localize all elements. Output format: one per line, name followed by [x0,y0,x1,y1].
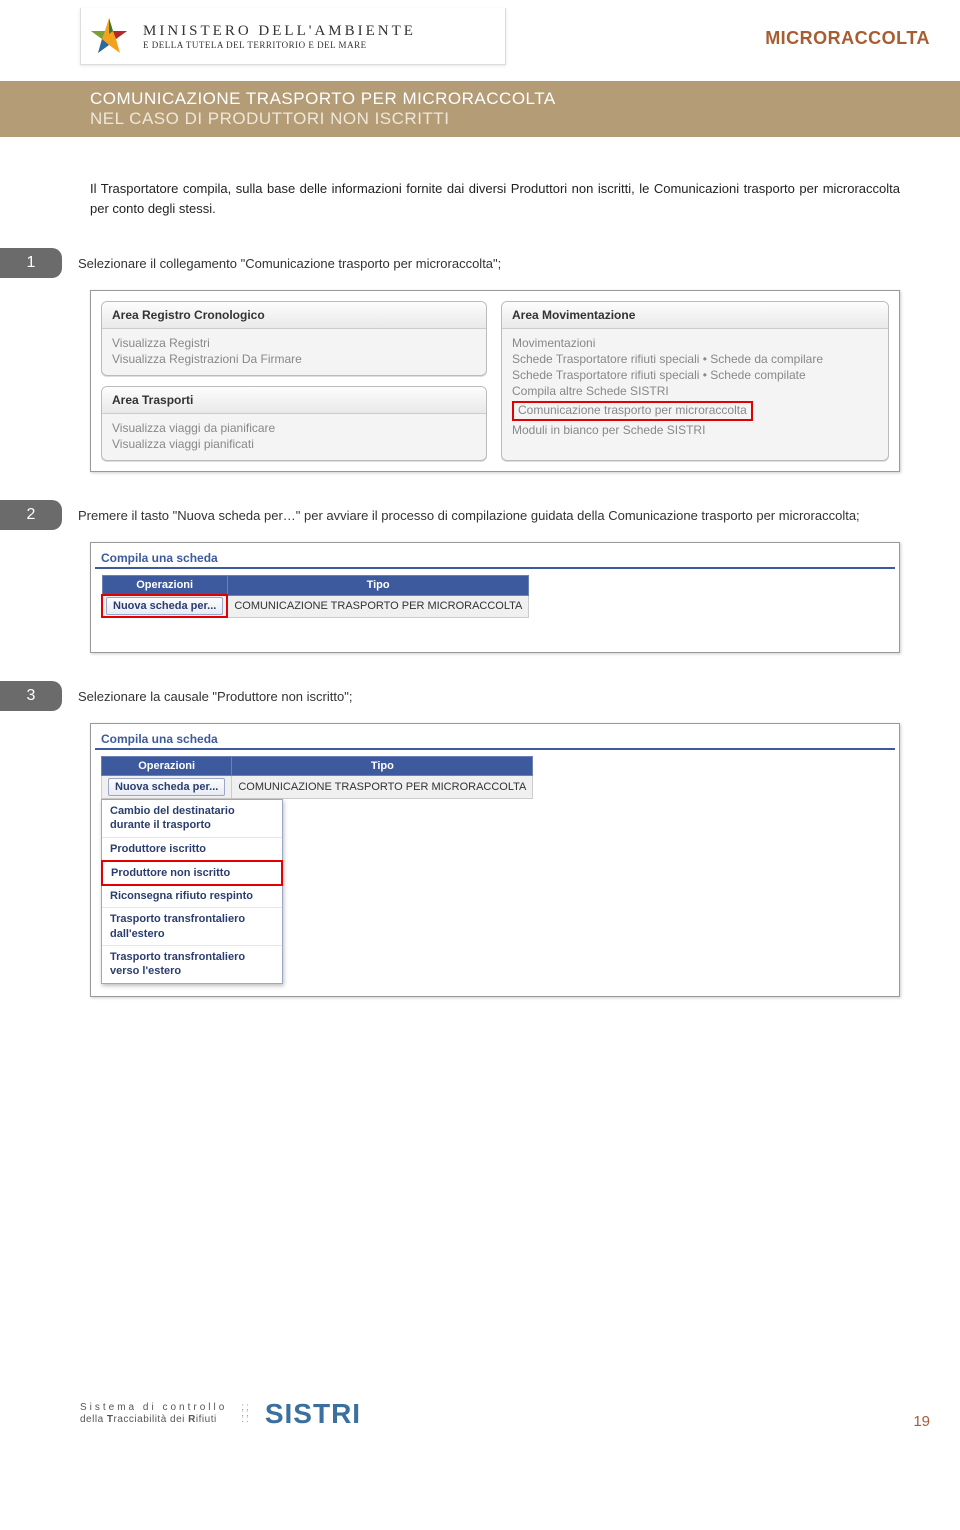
dropdown-item[interactable]: Produttore iscritto [102,838,282,861]
col-header-tipo: Tipo [232,757,533,776]
step-number-1: 1 [0,248,62,278]
col-header-tipo: Tipo [227,576,529,596]
sistri-logo: SISTRI [265,1398,361,1430]
step-number-2: 2 [0,500,62,530]
dropdown-item[interactable]: Cambio del destinatario durante il trasp… [102,800,282,838]
page-number: 19 [913,1413,930,1430]
screenshot-step-2: Compila una scheda Operazioni Tipo Nuova… [90,542,900,653]
dropdown-item[interactable]: Trasporto transfrontaliero dall'estero [102,908,282,946]
step-text-2: Premere il tasto "Nuova scheda per…" per… [78,500,930,526]
screenshot-step-1: Area Registro Cronologico Visualizza Reg… [90,290,900,472]
panel-title: Area Trasporti [102,387,486,414]
tipo-value: COMUNICAZIONE TRASPORTO PER MICRORACCOLT… [227,595,529,617]
document-label: MICRORACCOLTA [765,28,930,49]
ministry-logo-box: MINISTERO DELL'AMBIENTE E DELLA TUTELA D… [80,8,506,65]
page-header: MINISTERO DELL'AMBIENTE E DELLA TUTELA D… [0,0,960,75]
intro-paragraph: Il Trasportatore compila, sulla base del… [90,179,930,218]
ministry-name-line1: MINISTERO DELL'AMBIENTE [143,23,416,40]
tipo-value: COMUNICAZIONE TRASPORTO PER MICRORACCOLT… [232,776,533,799]
sistri-dots-icon: :::::: [241,1405,251,1423]
panel-link[interactable]: Movimentazioni [512,335,878,351]
dropdown-item[interactable]: Trasporto transfrontaliero verso l'ester… [102,946,282,983]
screenshot-step-3: Compila una scheda Operazioni Tipo Nuova… [90,723,900,997]
form-title: Compila una scheda [95,547,895,569]
form-title: Compila una scheda [95,728,895,750]
col-header-operazioni: Operazioni [102,576,227,596]
dropdown-item-highlighted[interactable]: Produttore non iscritto [101,860,283,886]
section-title-line2: NEL CASO DI PRODUTTORI NON ISCRITTI [90,109,960,129]
ministry-star-icon [87,14,131,58]
dropdown-item[interactable]: Riconsegna rifiuto respinto [102,885,282,908]
ministry-name-line2: E DELLA TUTELA DEL TERRITORIO E DEL MARE [143,40,416,50]
panel-link[interactable]: Visualizza Registri [112,335,476,351]
col-header-operazioni: Operazioni [102,757,232,776]
panel-area-registro: Area Registro Cronologico Visualizza Reg… [101,301,487,376]
step-text-1: Selezionare il collegamento "Comunicazio… [78,248,930,274]
panel-area-movimentazione: Area Movimentazione Movimentazioni Sched… [501,301,889,461]
panel-link[interactable]: Schede Trasportatore rifiuti speciali • … [512,351,878,367]
footer-tagline-line2: della Tracciabilità dei Rifiuti [80,1414,227,1426]
step-text-3: Selezionare la causale "Produttore non i… [78,681,930,707]
section-title-band: COMUNICAZIONE TRASPORTO PER MICRORACCOLT… [0,81,960,137]
panel-link[interactable]: Visualizza Registrazioni Da Firmare [112,351,476,367]
panel-link[interactable]: Visualizza viaggi da pianificare [112,420,476,436]
step-number-3: 3 [0,681,62,711]
nuova-scheda-button[interactable]: Nuova scheda per... [108,778,225,796]
panel-link[interactable]: Schede Trasportatore rifiuti speciali • … [512,367,878,383]
panel-link-highlighted[interactable]: Comunicazione trasporto per microraccolt… [512,401,753,421]
panel-title: Area Movimentazione [502,302,888,329]
panel-link[interactable]: Visualizza viaggi pianificati [112,436,476,452]
section-title-line1: COMUNICAZIONE TRASPORTO PER MICRORACCOLT… [90,89,960,109]
panel-area-trasporti: Area Trasporti Visualizza viaggi da pian… [101,386,487,461]
nuova-scheda-button[interactable]: Nuova scheda per... [106,597,223,615]
panel-link[interactable]: Moduli in bianco per Schede SISTRI [512,422,878,438]
footer-tagline-line1: Sistema di controllo [80,1402,227,1414]
panel-link[interactable]: Compila altre Schede SISTRI [512,383,878,399]
causale-dropdown: Cambio del destinatario durante il trasp… [101,799,283,984]
panel-title: Area Registro Cronologico [102,302,486,329]
page-footer: Sistema di controllo della Tracciabilità… [80,1398,930,1430]
